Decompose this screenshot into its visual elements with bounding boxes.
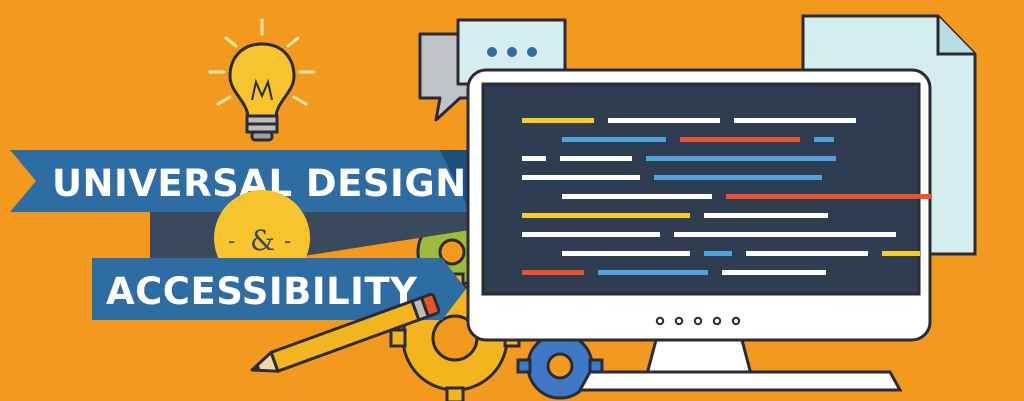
code-segment [674,232,896,237]
code-segment [882,251,920,256]
code-segment [562,137,666,142]
code-segment [646,156,836,161]
code-segment [814,137,834,142]
illustration: UNIVERSAL DESIGN - & - ACCESSIBILITY [0,0,1024,401]
code-segment [734,118,856,123]
code-segment [522,213,690,218]
title-line2: ACCESSIBILITY [106,270,418,313]
ampersand-dash-right: - [284,229,291,253]
hero-banner: UNIVERSAL DESIGN - & - ACCESSIBILITY [0,0,1024,401]
code-segment [560,156,632,161]
code-segment [704,251,732,256]
code-segment [562,251,690,256]
code-segment [598,270,708,275]
code-segment [726,194,932,199]
code-segment [562,194,712,199]
monitor-icon [466,68,932,380]
code-segment [522,118,594,123]
code-segment [522,175,640,180]
typing-dot [487,47,497,57]
ampersand: & [250,224,275,257]
typing-dot [527,47,537,57]
code-segment [704,213,828,218]
keyboard-icon [577,370,903,392]
code-segment [722,270,826,275]
typing-dot [507,47,517,57]
code-segment [522,270,584,275]
monitor-screen [481,82,921,296]
code-segment [608,118,720,123]
code-segment [654,175,822,180]
ampersand-dash-left: - [228,229,235,253]
code-segment [522,156,546,161]
code-segment [746,251,868,256]
code-segment [522,232,660,237]
code-segment [680,137,800,142]
